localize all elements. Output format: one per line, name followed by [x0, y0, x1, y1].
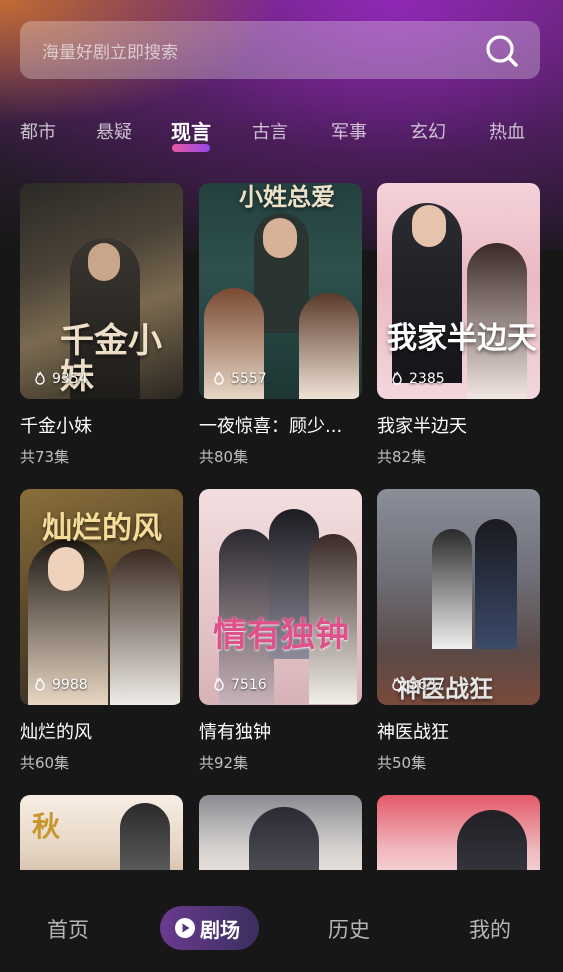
tab-mine[interactable]: 我的 [469, 914, 511, 944]
drama-title[interactable]: 我家半边天 [377, 412, 540, 438]
view-count: 2385 [389, 371, 445, 387]
drama-grid-row-partial: 秋 [0, 795, 563, 870]
drama-title[interactable]: 灿烂的风 [20, 718, 183, 744]
tab-xuanhuan[interactable]: 玄幻 [410, 118, 446, 144]
drama-poster[interactable]: 神医战狂 5637 [377, 489, 540, 705]
view-count: 5557 [211, 371, 267, 387]
fire-icon [392, 371, 402, 385]
drama-card[interactable]: 小姓总爱 5557 一夜惊喜：顾少... 共80集 [199, 183, 362, 467]
view-count-value: 7516 [231, 677, 267, 693]
drama-poster[interactable]: 我家半边天 2385 [377, 183, 540, 399]
search-placeholder: 海量好剧立即搜索 [42, 42, 178, 63]
tab-home[interactable]: 首页 [47, 914, 89, 944]
view-count: 9354 [32, 371, 88, 387]
episode-count: 共60集 [20, 754, 70, 772]
drama-poster[interactable]: 千金小妹 9354 [20, 183, 183, 399]
tab-theater[interactable]: 剧场 [160, 906, 259, 950]
drama-card[interactable]: 情有独钟 7516 情有独钟 共92集 [199, 489, 362, 773]
active-tab-indicator [172, 144, 210, 152]
drama-poster[interactable]: 灿烂的风 9988 [20, 489, 183, 705]
fire-icon [35, 371, 45, 385]
episode-count: 共82集 [377, 448, 427, 466]
view-count-value: 9354 [52, 371, 88, 387]
fire-icon [214, 371, 224, 385]
tab-theater-label: 剧场 [200, 917, 240, 942]
view-count-value: 5557 [231, 371, 267, 387]
poster-title-art: 小姓总爱 [239, 183, 335, 211]
fire-icon [392, 677, 402, 691]
drama-poster[interactable]: 秋 [20, 795, 183, 870]
tab-guyan[interactable]: 古言 [252, 118, 288, 144]
poster-title-art: 我家半边天 [387, 321, 537, 356]
tab-dushi[interactable]: 都市 [20, 118, 56, 144]
view-count: 7516 [211, 677, 267, 693]
play-icon [175, 918, 195, 938]
drama-poster[interactable]: 情有独钟 7516 [199, 489, 362, 705]
bottom-tab-bar: 首页 剧场 历史 我的 [0, 870, 563, 972]
poster-title-art: 秋 [32, 810, 61, 843]
drama-card[interactable]: 我家半边天 2385 我家半边天 共82集 [377, 183, 540, 467]
drama-poster[interactable] [377, 795, 540, 870]
poster-title-art: 情有独钟 [213, 615, 349, 655]
view-count: 9988 [32, 677, 88, 693]
tab-xianyan[interactable]: 现言 [171, 116, 211, 145]
tab-xuanyi[interactable]: 悬疑 [96, 118, 132, 144]
episode-count: 共50集 [377, 754, 427, 772]
fire-icon [214, 677, 224, 691]
drama-card[interactable]: 千金小妹 9354 千金小妹 共73集 [20, 183, 183, 467]
tab-junshi[interactable]: 军事 [331, 118, 367, 144]
view-count-value: 5637 [409, 677, 445, 693]
drama-poster[interactable]: 小姓总爱 5557 [199, 183, 362, 399]
search-bar[interactable]: 海量好剧立即搜索 [20, 21, 540, 79]
drama-card[interactable]: 灿烂的风 9988 灿烂的风 共60集 [20, 489, 183, 773]
poster-title-art: 灿烂的风 [42, 511, 162, 546]
tab-history[interactable]: 历史 [328, 914, 370, 944]
fire-icon [35, 677, 45, 691]
drama-title[interactable]: 神医战狂 [377, 718, 540, 744]
view-count: 5637 [389, 677, 445, 693]
search-icon[interactable] [484, 33, 520, 69]
drama-title[interactable]: 千金小妹 [20, 412, 183, 438]
episode-count: 共92集 [199, 754, 249, 772]
episode-count: 共73集 [20, 448, 70, 466]
view-count-value: 2385 [409, 371, 445, 387]
drama-title[interactable]: 情有独钟 [199, 718, 362, 744]
view-count-value: 9988 [52, 677, 88, 693]
drama-card[interactable]: 神医战狂 5637 神医战狂 共50集 [377, 489, 540, 773]
drama-poster[interactable] [199, 795, 362, 870]
category-tabs: 都市 悬疑 现言 古言 军事 玄幻 热血 [0, 118, 563, 158]
tab-rexue[interactable]: 热血 [489, 118, 525, 144]
drama-title[interactable]: 一夜惊喜：顾少... [199, 412, 362, 438]
episode-count: 共80集 [199, 448, 249, 466]
